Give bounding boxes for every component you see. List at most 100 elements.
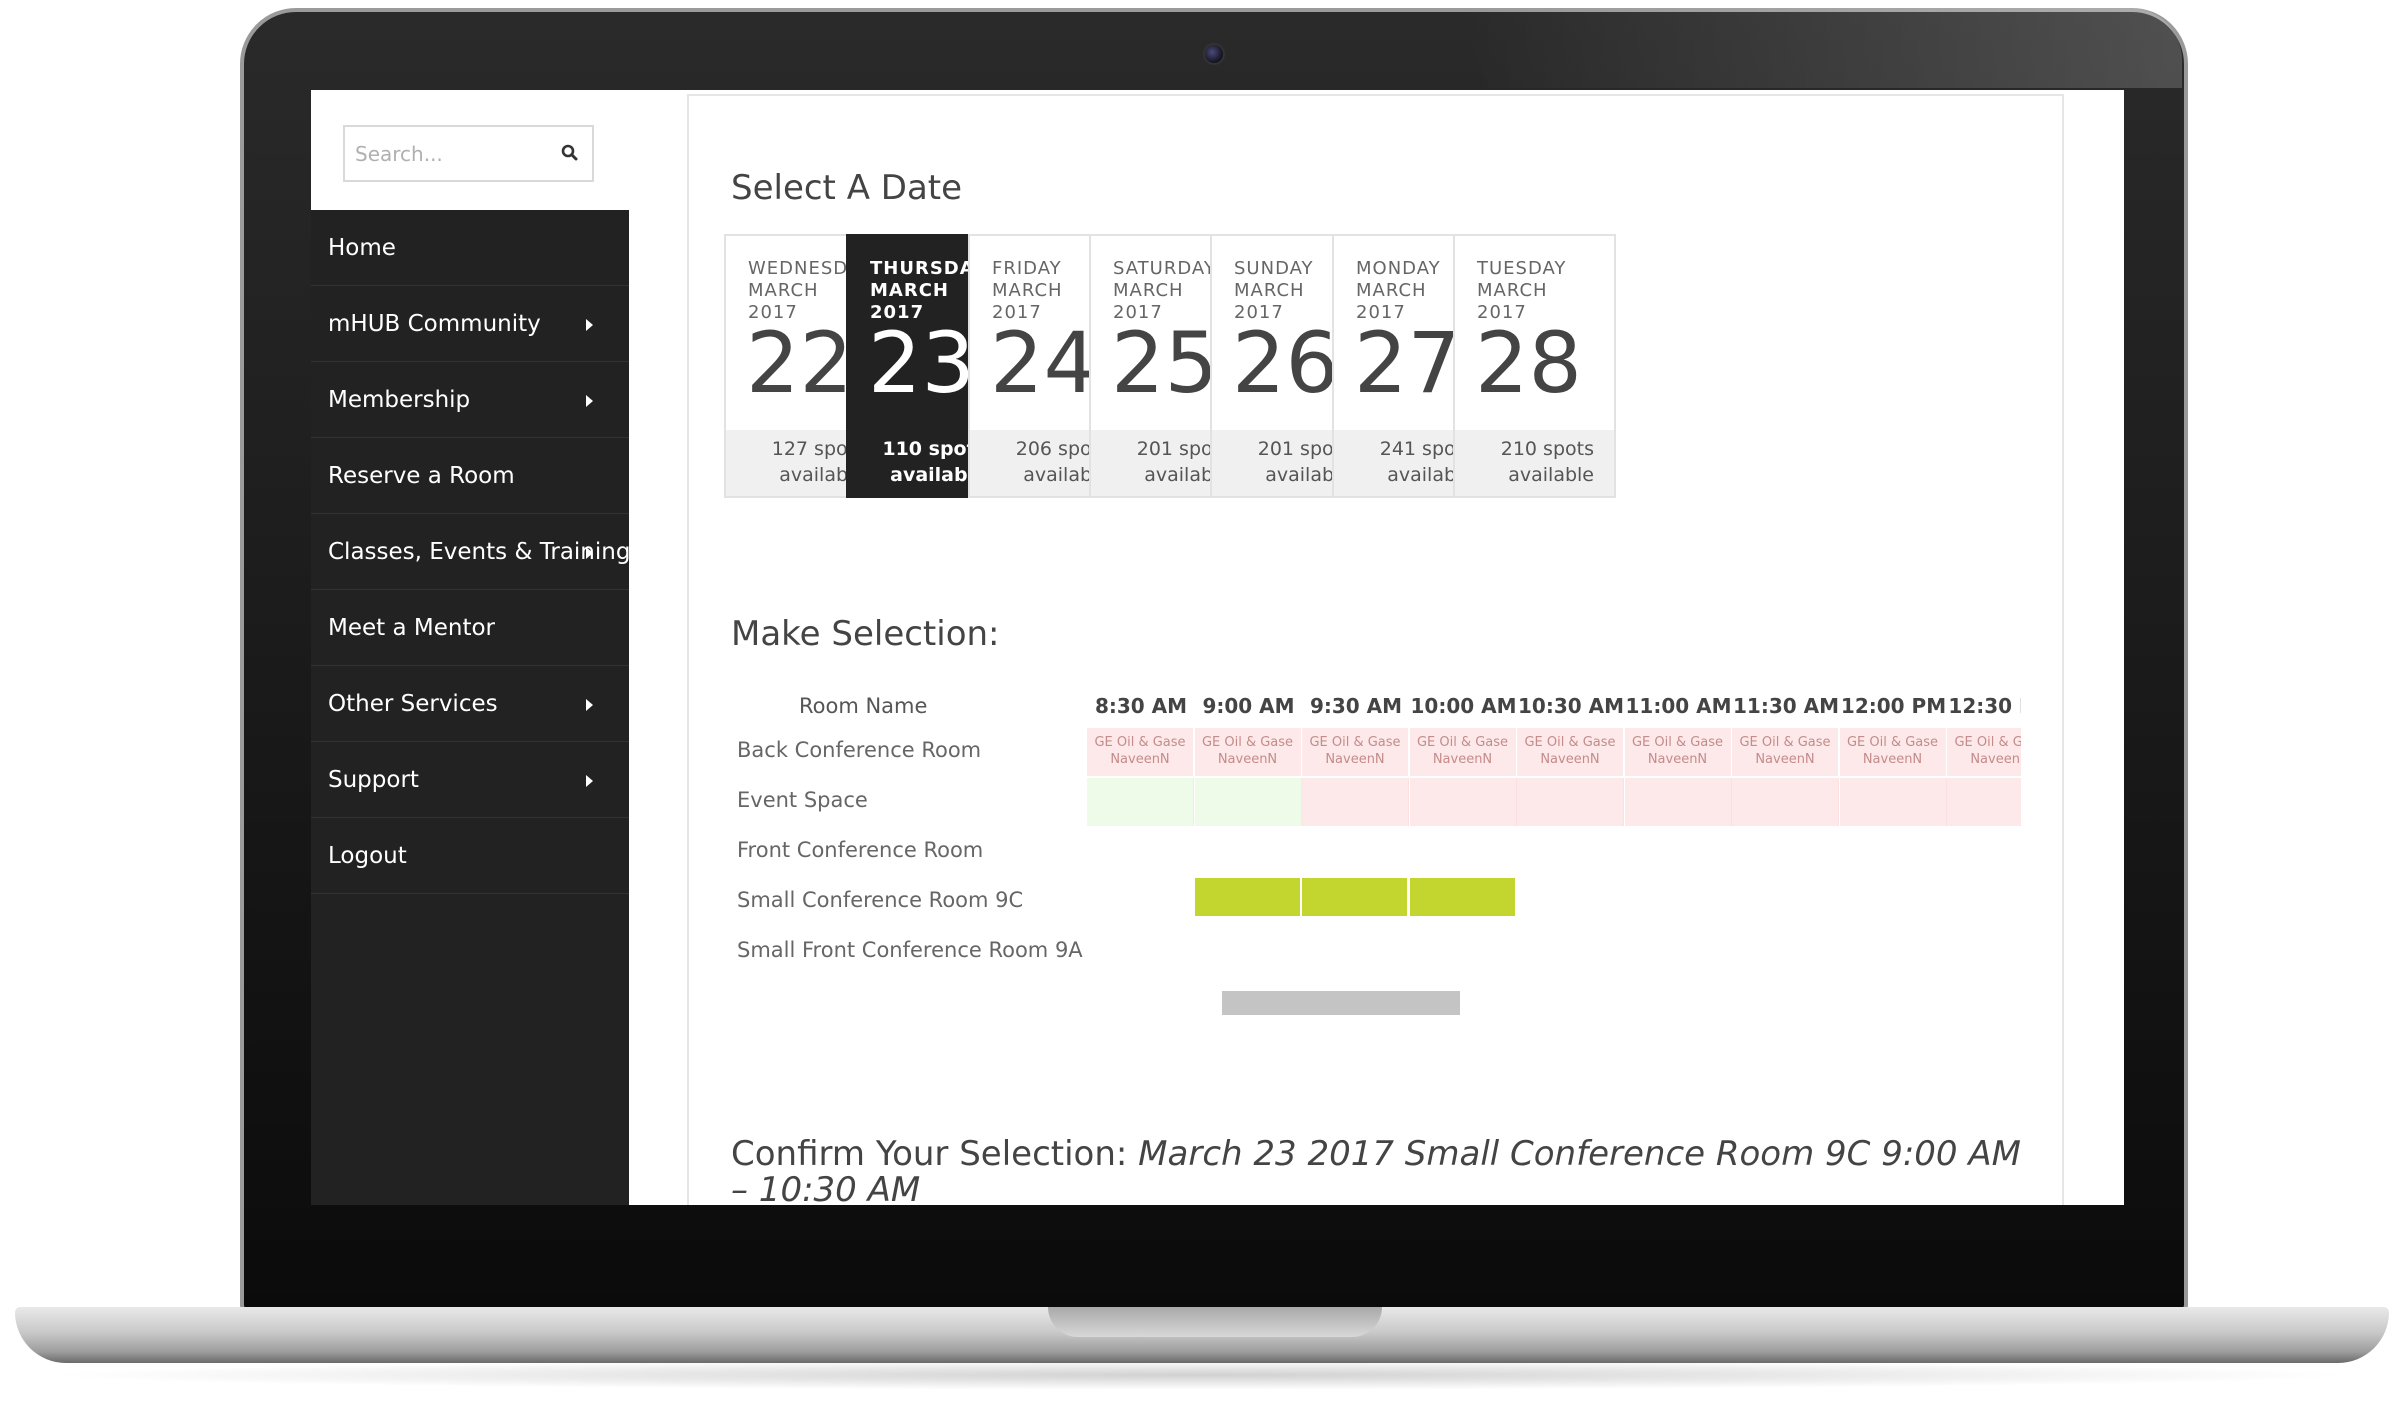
confirm-label: Confirm Your Selection: [731,1134,1128,1174]
nav-item-label: Other Services [328,691,498,717]
time-slot-cell-booked[interactable]: GE Oil & Gase NaveenN [1087,728,1194,776]
booking-user: NaveenN [1647,752,1708,767]
lid-glare [1460,8,2182,88]
make-selection-title: Make Selection: [731,614,1000,654]
nav-menu: Home mHUB Community Membership Reserve a Ro… [311,210,629,1205]
laptop-shadow [40,1360,2360,1390]
time-slot-cell-selected[interactable] [1302,878,1409,916]
schedule-grid: 8:30 AM 9:00 AM 9:30 AM 10:00 AM 10:30 AM 11:… [1087,676,2021,916]
schedule-scrollbar[interactable] [1222,991,1460,1015]
time-slot-header: 8:30 AM [1094,694,1188,718]
booking-user: NaveenN [1325,752,1385,767]
nav-item-membership[interactable]: Membership [311,362,629,438]
time-slot-cell-unavail[interactable] [1839,778,1947,826]
spots-count: 110 spots [882,438,987,460]
time-slot-cell-unavail[interactable] [1947,778,2021,826]
confirm-selection: Confirm Your Selection: March 23 2017 Sm… [731,1136,2031,1205]
booking-org: GE Oil & Gase [1201,735,1294,750]
nav-item-reserve-a-room[interactable]: Reserve a Room [311,438,629,514]
room-label: Small Conference Room 9C [737,888,1024,912]
date-card-28[interactable]: TUESDAY MARCH 2017 28 210 spots available [1453,234,1616,498]
time-slot-header: 9:00 AM [1202,694,1295,718]
booking-org: GE Oil & Gase [1954,735,2021,750]
booking-text: GE Oil & Gase NaveenN [1410,728,1516,768]
nav-item-label: Membership [328,387,471,413]
nav-item-label: Reserve a Room [328,463,515,489]
nav-item-mhub-community[interactable]: mHUB Community [311,286,629,362]
nav-item-support[interactable]: Support [311,742,629,818]
booking-text: GE Oil & Gase NaveenN [1517,728,1623,768]
date-spots: 210 spots available [1455,430,1614,496]
booking-text: GE Oil & Gase NaveenN [1625,728,1731,768]
date-month: MARCH [748,280,819,301]
caret-right-icon [586,319,593,331]
room-name-header: Room Name [799,694,928,718]
date-day: 28 [1475,314,1582,412]
spots-available: available [1508,464,1594,486]
time-slot-cell-booked[interactable]: GE Oil & Gase NaveenN [1409,728,1517,776]
date-weekday: MONDAY [1356,258,1441,279]
booking-org: GE Oil & Gase [1631,735,1724,750]
caret-right-icon [586,775,593,787]
time-slot-cell-booked[interactable]: GE Oil & Gase NaveenN [1517,728,1624,776]
nav-item-other-services[interactable]: Other Services [311,666,629,742]
time-slot-header: 10:00 AM [1410,694,1517,718]
date-month: MARCH [1356,280,1427,301]
time-slot-cell-selected[interactable] [1194,878,1302,916]
spots-count: 201 spots [1257,438,1351,460]
time-slot-cell-booked[interactable]: GE Oil & Gase NaveenN [1839,728,1947,776]
booking-user: NaveenN [1110,752,1170,767]
time-slot-cell-unavail[interactable] [1624,778,1732,826]
time-slot-cell-unavail[interactable] [1517,778,1624,826]
booking-user: NaveenN [1540,752,1600,767]
spots-available: available [779,464,865,486]
screen: Home mHUB Community Membership Reserve a Ro… [311,90,2124,1205]
nav-item-logout[interactable]: Logout [311,818,629,894]
date-day: 24 [990,314,1097,412]
search-input[interactable] [355,137,545,171]
date-month: MARCH [1234,280,1305,301]
select-date-title: Select A Date [731,168,963,208]
booking-org: GE Oil & Gase [1416,735,1509,750]
time-slot-cell-open[interactable] [1087,778,1194,826]
camera-icon [1203,43,1225,65]
date-day: 25 [1111,314,1218,412]
date-weekday: SUNDAY [1234,258,1314,279]
nav-item-meet-a-mentor[interactable]: Meet a Mentor [311,590,629,666]
date-day: 22 [746,314,853,412]
booking-text: GE Oil & Gase NaveenN [1732,728,1838,768]
time-slot-cell-selected[interactable] [1409,878,1517,916]
spots-available: available [1265,464,1351,486]
caret-right-icon [586,699,593,711]
nav-item-home[interactable]: Home [311,210,629,286]
search-icon[interactable] [560,143,580,163]
booking-org: GE Oil & Gase [1739,735,1831,750]
time-slot-cell-booked[interactable]: GE Oil & Gase NaveenN [1194,728,1302,776]
booking-org: GE Oil & Gase [1309,735,1401,750]
booking-text: GE Oil & Gase NaveenN [1840,728,1946,768]
time-slot-cell-booked[interactable]: GE Oil & Gase NaveenN [1947,728,2021,776]
nav-item-classes-events-training[interactable]: Classes, Events & Training [311,514,629,590]
booking-text: GE Oil & Gase NaveenN [1195,728,1301,768]
booking-org: GE Oil & Gase [1094,735,1186,750]
booking-user: NaveenN [1217,752,1278,767]
time-slot-cell-booked[interactable]: GE Oil & Gase NaveenN [1624,728,1732,776]
search-box [343,125,594,182]
time-slot-header: 12:30 PM [1948,694,2021,718]
time-slot-cell-unavail[interactable] [1409,778,1517,826]
room-label: Back Conference Room [737,738,982,762]
time-slot-cell-booked[interactable]: GE Oil & Gase NaveenN [1302,728,1409,776]
room-label: Front Conference Room [737,838,984,862]
time-slot-cell-booked[interactable]: GE Oil & Gase NaveenN [1732,728,1839,776]
time-slot-cell-open[interactable] [1194,778,1302,826]
date-day: 26 [1232,314,1339,412]
booking-text: GE Oil & Gase NaveenN [1302,728,1408,768]
nav-item-label: Support [328,767,419,793]
booking-text: GE Oil & Gase NaveenN [1087,728,1193,768]
time-slot-cell-unavail[interactable] [1732,778,1839,826]
spots-count: 127 spots [771,438,865,460]
time-slot-header: 12:00 PM [1840,694,1947,718]
date-day: 27 [1354,314,1461,412]
time-slot-cell-unavail[interactable] [1302,778,1409,826]
booking-user: NaveenN [1970,752,2021,767]
